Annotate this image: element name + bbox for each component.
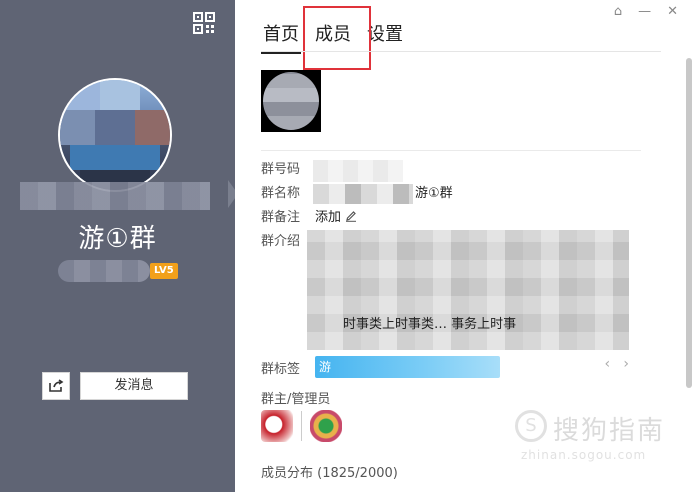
blurred-group-name xyxy=(313,184,413,204)
blurred-intro xyxy=(307,230,629,350)
intro-label: 群介绍 xyxy=(261,234,301,249)
remark-label: 群备注 xyxy=(261,210,301,225)
share-icon xyxy=(49,379,64,392)
section-divider xyxy=(261,150,641,151)
qr-code-icon[interactable] xyxy=(193,12,215,34)
owner-avatar[interactable] xyxy=(261,410,293,442)
watermark-sub: zhinan.sogou.com xyxy=(521,448,647,462)
blurred-text xyxy=(20,182,210,210)
intro-visible-text: 时事类上时事类… 事务上时事 xyxy=(343,317,517,332)
watermark-main: 搜狗指南 xyxy=(553,416,666,446)
tab-home[interactable]: 首页 xyxy=(261,18,301,54)
window-controls: ⌂ — ✕ xyxy=(614,4,678,19)
blurred-tags[interactable]: 游 xyxy=(315,356,500,378)
group-photo[interactable] xyxy=(261,70,321,132)
blurred-level-bar xyxy=(58,260,150,282)
group-info: 群号码 群名称 游①群 群备注 添加 群介绍 时事类上时事类… 事务上时事 xyxy=(261,158,681,350)
group-name-row: 群名称 游①群 xyxy=(261,182,681,206)
admin-separator xyxy=(301,411,302,441)
group-avatar[interactable] xyxy=(58,78,172,192)
group-id-row: 群号码 xyxy=(261,158,681,182)
tags-label: 群标签 xyxy=(261,362,301,377)
minimize-icon[interactable]: — xyxy=(638,4,651,19)
tags-row: 群标签 游 ‹ › xyxy=(261,356,681,380)
member-distribution[interactable]: 成员分布 (1825/2000) xyxy=(261,462,398,481)
group-name: 游①群 xyxy=(78,224,157,254)
level-badge: LV5 xyxy=(150,263,178,279)
group-level: LV5 xyxy=(58,260,178,282)
share-button[interactable] xyxy=(42,372,70,400)
tab-settings[interactable]: 设置 xyxy=(365,18,405,54)
group-name-value: 游①群 xyxy=(415,186,453,201)
scrollbar[interactable] xyxy=(686,58,692,388)
admin-avatar[interactable] xyxy=(310,410,342,442)
group-name-label: 群名称 xyxy=(261,186,301,201)
pin-icon[interactable]: ⌂ xyxy=(614,4,622,19)
sogou-logo-icon: S xyxy=(515,410,547,442)
remark-row: 群备注 添加 xyxy=(261,206,681,230)
blurred-group-id xyxy=(313,160,403,182)
group-id-label: 群号码 xyxy=(261,162,301,177)
admins-label: 群主/管理员 xyxy=(261,392,331,407)
tag-nav-arrows[interactable]: ‹ › xyxy=(604,356,629,372)
add-remark-link[interactable]: 添加 xyxy=(315,206,357,230)
edit-icon xyxy=(346,211,357,222)
group-profile-sidebar: 游①群 LV5 发消息 xyxy=(0,0,238,492)
send-message-button[interactable]: 发消息 xyxy=(80,372,188,400)
tab-divider xyxy=(261,51,661,52)
admin-list xyxy=(261,410,342,442)
members-tab-highlight-box xyxy=(303,6,371,70)
close-icon[interactable]: ✕ xyxy=(667,4,678,19)
watermark: S 搜狗指南 zhinan.sogou.com xyxy=(515,410,685,470)
